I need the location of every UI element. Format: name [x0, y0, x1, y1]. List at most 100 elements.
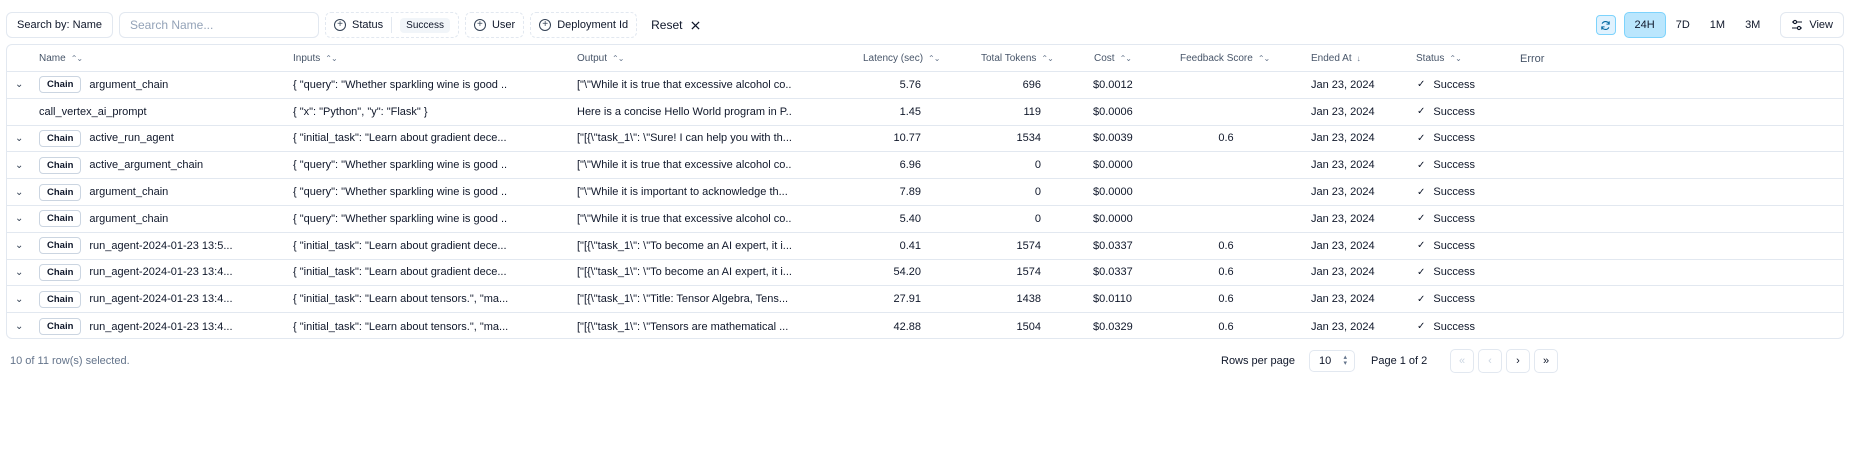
chevron-down-icon[interactable]: ⌄: [15, 179, 27, 205]
latency-cell: 6.96: [899, 159, 921, 172]
deployment-filter-label: Deployment Id: [557, 19, 629, 31]
column-header-tokens[interactable]: Total Tokens ⌃⌄: [981, 45, 1054, 72]
cost-cell: $0.0039: [1093, 132, 1133, 145]
output-cell: ["\"While it is important to acknowledge…: [577, 186, 788, 199]
last-page-button[interactable]: »: [1534, 349, 1558, 373]
chevron-down-icon[interactable]: ⌄: [15, 260, 27, 286]
chevron-down-icon[interactable]: ⌄: [15, 286, 27, 312]
output-cell: ["[{\"task_1\": \"Sure! I can help you w…: [577, 132, 792, 145]
refresh-button[interactable]: [1595, 15, 1616, 35]
table-row[interactable]: call_vertex_ai_prompt { "x": "Python", "y…: [7, 99, 1843, 126]
table-row[interactable]: ⌄ Chain run_agent-2024-01-23 13:4... { "ini…: [7, 286, 1843, 314]
table-body: ⌄ Chain argument_chain { "query": "Whether …: [7, 72, 1843, 338]
plus-circle-icon: +: [539, 19, 552, 31]
column-header-status[interactable]: Status ⌃⌄: [1416, 45, 1462, 72]
column-header-cost[interactable]: Cost ⌃⌄: [1094, 45, 1132, 72]
first-page-button[interactable]: «: [1450, 349, 1474, 373]
column-header-name[interactable]: Name ⌃⌄: [39, 45, 83, 72]
chain-badge: Chain: [39, 156, 82, 174]
ended-at-cell: Jan 23, 2024: [1311, 266, 1375, 279]
feedback-cell: 0.6: [1218, 293, 1234, 306]
cost-cell: $0.0006: [1093, 105, 1133, 118]
column-header-ended-at[interactable]: Ended At ↓: [1311, 45, 1361, 72]
ended-at-cell: Jan 23, 2024: [1311, 293, 1375, 306]
chevron-down-icon[interactable]: ⌄: [15, 72, 27, 98]
name-cell: Chain run_agent-2024-01-23 13:4...: [39, 260, 284, 286]
user-filter-button[interactable]: + User: [464, 12, 525, 38]
range-24h[interactable]: 24H: [1623, 12, 1666, 38]
ended-at-cell: Jan 23, 2024: [1311, 186, 1375, 199]
name-cell: Chain argument_chain: [39, 179, 284, 205]
table-row[interactable]: ⌄ Chain argument_chain { "query": "Whether …: [7, 206, 1843, 233]
status-text: Success: [1433, 186, 1475, 199]
column-header-output[interactable]: Output ⌃⌄: [577, 45, 624, 72]
deployment-filter-button[interactable]: + Deployment Id: [530, 12, 638, 38]
reset-button[interactable]: Reset: [651, 18, 700, 32]
check-icon: ✓: [1417, 186, 1426, 198]
chevron-down-icon[interactable]: ⌄: [15, 126, 27, 152]
tokens-cell: 119: [1023, 105, 1041, 118]
table-row[interactable]: ⌄ Chain argument_chain { "query": "Whether …: [7, 179, 1843, 206]
chevron-down-icon[interactable]: ⌄: [15, 313, 27, 338]
column-label: Output: [577, 53, 608, 64]
inputs-cell: { "initial_task": "Learn about gradient …: [293, 132, 507, 145]
view-button[interactable]: View: [1780, 12, 1844, 38]
cost-cell: $0.0329: [1093, 320, 1133, 333]
chevron-down-icon[interactable]: ⌄: [15, 152, 27, 178]
status-text: Success: [1433, 266, 1475, 279]
sliders-icon: [1792, 19, 1803, 31]
table-row[interactable]: ⌄ Chain active_run_agent { "initial_task": …: [7, 126, 1843, 153]
rows-per-page-value: 10: [1319, 355, 1332, 367]
prev-page-button[interactable]: ‹: [1478, 349, 1502, 373]
cost-cell: $0.0110: [1093, 293, 1132, 306]
inputs-cell: { "query": "Whether sparkling wine is go…: [293, 159, 508, 172]
chain-badge: Chain: [39, 263, 82, 281]
table-footer: 10 of 11 row(s) selected. Rows per page …: [0, 349, 1850, 373]
status-filter-label: Status: [351, 19, 384, 31]
range-3m[interactable]: 3M: [1735, 12, 1770, 38]
table-row[interactable]: ⌄ Chain run_agent-2024-01-23 13:5... { "ini…: [7, 233, 1843, 260]
tokens-cell: 1504: [1016, 320, 1041, 333]
ended-at-cell: Jan 23, 2024: [1311, 78, 1375, 91]
tokens-cell: 0: [1034, 159, 1041, 172]
range-7d[interactable]: 7D: [1666, 12, 1700, 38]
status-cell: ✓ Success: [1417, 206, 1527, 232]
status-filter-button[interactable]: + Status Success: [324, 12, 459, 38]
search-input[interactable]: [118, 12, 319, 38]
table-row[interactable]: ⌄ Chain run_agent-2024-01-23 13:4... { "ini…: [7, 313, 1843, 338]
chevron-down-icon[interactable]: ⌄: [15, 206, 27, 232]
chain-badge: Chain: [39, 290, 82, 308]
check-icon: ✓: [1417, 266, 1426, 278]
output-cell: ["[{\"task_1\": \"Tensors are mathematic…: [577, 320, 789, 333]
cost-cell: $0.0000: [1093, 159, 1133, 172]
name-cell: call_vertex_ai_prompt: [39, 99, 284, 125]
chevron-down-icon[interactable]: ⌄: [15, 233, 27, 259]
column-label: Inputs: [293, 53, 321, 64]
run-name: argument_chain: [89, 212, 169, 225]
search-by-select[interactable]: Search by: Name: [6, 12, 113, 38]
run-name: argument_chain: [89, 78, 169, 91]
table-header: Name ⌃⌄ Inputs ⌃⌄ Output ⌃⌄ Latency (sec) ⌃⌄…: [7, 45, 1843, 72]
table-row[interactable]: ⌄ Chain run_agent-2024-01-23 13:4... { "ini…: [7, 260, 1843, 287]
table-row[interactable]: ⌄ Chain argument_chain { "query": "Whether …: [7, 72, 1843, 99]
name-cell: Chain argument_chain: [39, 206, 284, 232]
rows-per-page-select[interactable]: 10 ▴ ▾: [1309, 350, 1355, 372]
tokens-cell: 1534: [1016, 132, 1041, 145]
user-filter-label: User: [491, 19, 516, 31]
column-header-feedback[interactable]: Feedback Score ⌃⌄: [1180, 45, 1270, 72]
table-row[interactable]: ⌄ Chain active_argument_chain { "query": "W…: [7, 152, 1843, 180]
latency-cell: 54.20: [893, 266, 921, 279]
check-icon: ✓: [1417, 321, 1426, 333]
column-header-error[interactable]: Error: [1520, 45, 1544, 72]
range-1m[interactable]: 1M: [1700, 12, 1735, 38]
feedback-cell: 0.6: [1218, 266, 1234, 279]
next-page-button[interactable]: ›: [1506, 349, 1530, 373]
column-header-inputs[interactable]: Inputs ⌃⌄: [293, 45, 338, 72]
column-header-latency[interactable]: Latency (sec) ⌃⌄: [863, 45, 940, 72]
close-icon: [690, 20, 700, 30]
status-cell: ✓ Success: [1417, 260, 1527, 286]
run-name: run_agent-2024-01-23 13:4...: [89, 320, 233, 333]
latency-cell: 42.88: [893, 320, 921, 333]
output-cell: ["[{\"task_1\": \"To become an AI expert…: [577, 266, 792, 279]
sort-icon: ⌃⌄: [1449, 54, 1461, 63]
